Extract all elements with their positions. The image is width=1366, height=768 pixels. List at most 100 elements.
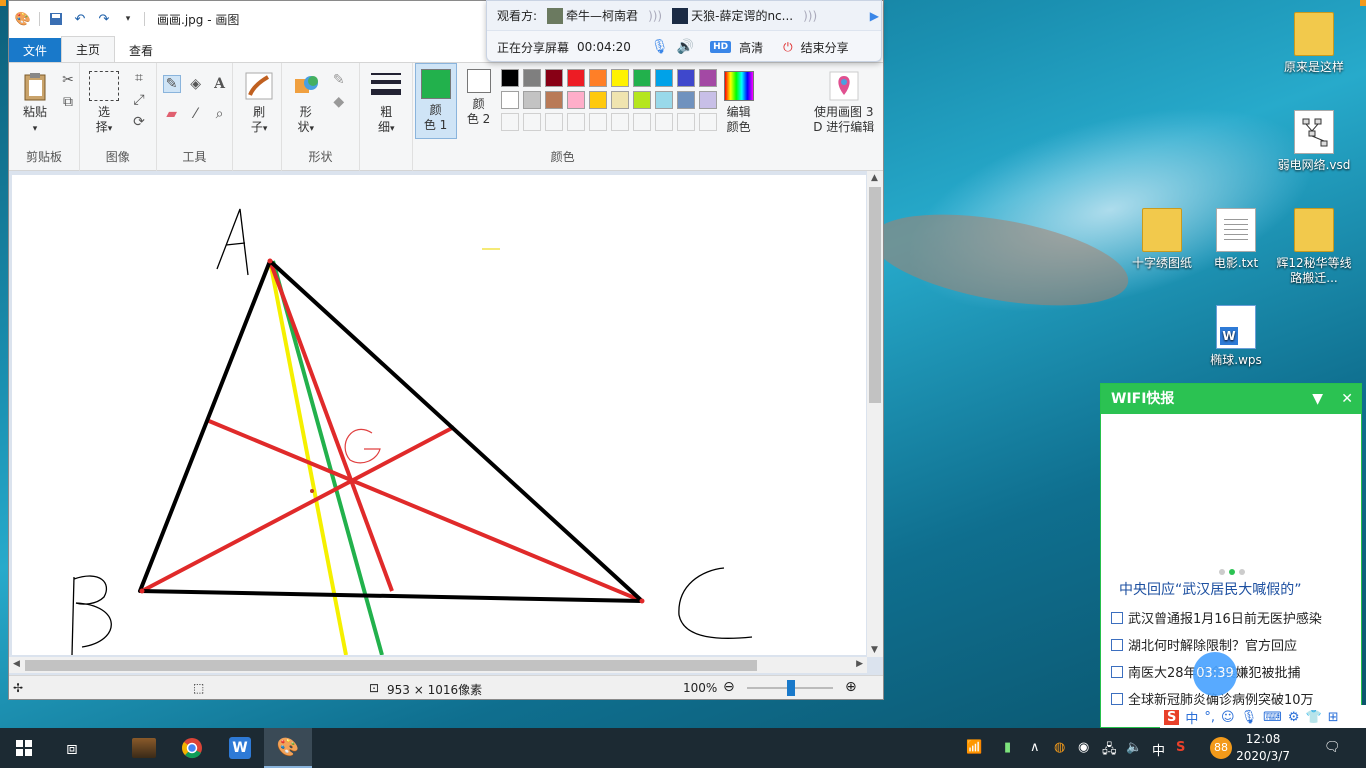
news-item[interactable]: 武汉曾通报1月16日前无医护感染	[1111, 608, 1359, 627]
quality-button[interactable]: 高清	[739, 39, 763, 56]
redo-icon[interactable]: ↷	[96, 11, 112, 27]
magnifier-icon[interactable]: ⌕	[211, 105, 229, 123]
palette-swatch[interactable]	[522, 69, 541, 87]
tray-app-icon-2[interactable]: ◉	[1078, 740, 1089, 755]
tab-home[interactable]: 主页	[61, 36, 116, 62]
voice-icon[interactable]: 🎙	[1241, 710, 1258, 725]
palette-swatch[interactable]	[544, 113, 563, 131]
palette-swatch[interactable]	[654, 69, 673, 87]
size-button[interactable]: 粗细▾	[368, 71, 404, 137]
taskbar-app-landscape[interactable]	[120, 728, 168, 768]
wps-taskbar-icon[interactable]: W	[216, 728, 264, 768]
volume-icon[interactable]: 🔈	[1126, 740, 1142, 755]
palette-swatch[interactable]	[698, 69, 717, 87]
palette-swatch[interactable]	[654, 113, 673, 131]
start-button[interactable]	[0, 728, 48, 768]
desktop-icon-folder-3[interactable]: 辉12秘华等线路搬迁...	[1272, 208, 1356, 286]
fill-icon[interactable]: ◈	[187, 75, 205, 93]
microphone-icon[interactable]: 🎙	[651, 39, 669, 55]
palette-swatch[interactable]	[610, 91, 629, 109]
end-share-button[interactable]: 结束分享	[801, 39, 849, 56]
network-icon[interactable]: 🖧	[1102, 740, 1117, 762]
zoom-slider[interactable]	[747, 680, 833, 696]
cut-icon[interactable]: ✂	[59, 71, 77, 89]
floating-timer[interactable]: 03:39	[1193, 652, 1237, 696]
palette-swatch[interactable]	[500, 91, 519, 109]
action-center-icon[interactable]: 🗨	[1324, 740, 1341, 755]
desktop-icon-folder-2[interactable]: 十字绣图纸	[1120, 208, 1204, 271]
edit-colors-button[interactable]: 编辑 颜色	[721, 71, 757, 135]
battery-icon[interactable]: ▮	[1004, 740, 1011, 755]
chrome-icon[interactable]	[168, 728, 216, 768]
palette-swatch[interactable]	[544, 91, 563, 109]
select-button[interactable]: 选择▾	[86, 71, 122, 137]
punctuation-icon[interactable]: °,	[1204, 710, 1215, 725]
brushes-button[interactable]: 刷子▾	[241, 71, 277, 137]
color2-button[interactable]: 颜色 2	[459, 69, 499, 127]
ime-indicator[interactable]: 中	[1152, 740, 1165, 759]
palette-swatch[interactable]	[610, 69, 629, 87]
tray-app-icon[interactable]: ◍	[1054, 740, 1065, 755]
pencil-icon[interactable]: ✎	[162, 75, 181, 93]
zoom-out-button[interactable]: ⊖	[723, 679, 735, 695]
ime-chinese-mode[interactable]: 中	[1185, 708, 1198, 727]
palette-swatch[interactable]	[522, 91, 541, 109]
palette-swatch[interactable]	[566, 69, 585, 87]
desktop-icon-wps[interactable]: 椭球.wps	[1194, 305, 1278, 368]
palette-swatch[interactable]	[698, 91, 717, 109]
color1-button[interactable]: 颜色 1	[415, 69, 457, 133]
crop-icon[interactable]: ⌗	[130, 69, 148, 87]
viewer-2[interactable]: 天狼-薛定谔的nc...	[672, 7, 793, 25]
save-icon[interactable]	[48, 11, 64, 27]
toolbox-icon[interactable]: ⚙	[1288, 710, 1300, 725]
notification-count-badge[interactable]: 88	[1210, 737, 1232, 759]
palette-swatch[interactable]	[676, 113, 695, 131]
text-tool-icon[interactable]: A	[211, 75, 229, 93]
palette-swatch[interactable]	[632, 69, 651, 87]
palette-swatch[interactable]	[632, 113, 651, 131]
palette-swatch[interactable]	[588, 69, 607, 87]
task-view-icon[interactable]: ⧈	[48, 728, 96, 768]
desktop-icon-folder-1[interactable]: 原来是这样	[1272, 12, 1356, 75]
palette-swatch[interactable]	[500, 69, 519, 87]
news-item[interactable]: 湖北何时解除限制？官方回应	[1111, 635, 1359, 654]
copy-icon[interactable]: ⧉	[59, 93, 77, 111]
palette-swatch[interactable]	[676, 69, 695, 87]
tab-file[interactable]: 文件	[9, 38, 62, 62]
palette-swatch[interactable]	[566, 113, 585, 131]
show-hidden-icons[interactable]: ∧	[1030, 740, 1040, 755]
system-clock[interactable]: 12:08 2020/3/7	[1236, 731, 1290, 765]
speaker-icon[interactable]: 🔊	[677, 39, 694, 55]
news-headline[interactable]: 中央回应“武汉居民大喊假的”	[1119, 579, 1302, 599]
skin-icon[interactable]: 👕	[1306, 710, 1322, 725]
expand-arrow-icon[interactable]: ▶	[870, 9, 881, 23]
paint-app-icon[interactable]: 🎨	[15, 11, 31, 27]
paste-button[interactable]: 粘贴 ▾	[15, 71, 55, 137]
emoji-icon[interactable]: ☺	[1221, 710, 1235, 725]
edit-with-paint3d-button[interactable]: 使用画图 3D 进行编辑	[806, 71, 882, 135]
palette-swatch[interactable]	[588, 91, 607, 109]
palette-swatch[interactable]	[632, 91, 651, 109]
palette-swatch[interactable]	[522, 113, 541, 131]
desktop-icon-txt[interactable]: 电影.txt	[1194, 208, 1278, 271]
eraser-icon[interactable]: ▰	[163, 105, 181, 123]
tab-view[interactable]: 查看	[115, 38, 167, 62]
scroll-left-icon[interactable]: ◀	[13, 659, 20, 669]
horizontal-scroll-thumb[interactable]	[25, 660, 757, 671]
palette-swatch[interactable]	[676, 91, 695, 109]
paint-taskbar-icon[interactable]: 🎨	[264, 728, 312, 768]
wifi-signal-icon[interactable]: 📶	[966, 740, 982, 755]
shapes-button[interactable]: 形状▾	[288, 71, 324, 137]
palette-swatch[interactable]	[588, 113, 607, 131]
scroll-right-icon[interactable]: ▶	[856, 659, 863, 669]
zoom-in-button[interactable]: ⊕	[845, 679, 857, 695]
vertical-scrollbar[interactable]: ▲ ▼	[867, 171, 883, 657]
palette-swatch[interactable]	[610, 113, 629, 131]
palette-swatch[interactable]	[500, 113, 519, 131]
drawing-canvas[interactable]	[12, 175, 866, 655]
vertical-scroll-thumb[interactable]	[869, 187, 881, 403]
viewer-1[interactable]: 牵牛—柯南君	[547, 7, 638, 25]
rotate-icon[interactable]: ⟳	[130, 113, 148, 131]
color-picker-icon[interactable]: ⁄	[187, 105, 205, 123]
desktop-icon-vsd[interactable]: 弱电网络.vsd	[1272, 110, 1356, 173]
